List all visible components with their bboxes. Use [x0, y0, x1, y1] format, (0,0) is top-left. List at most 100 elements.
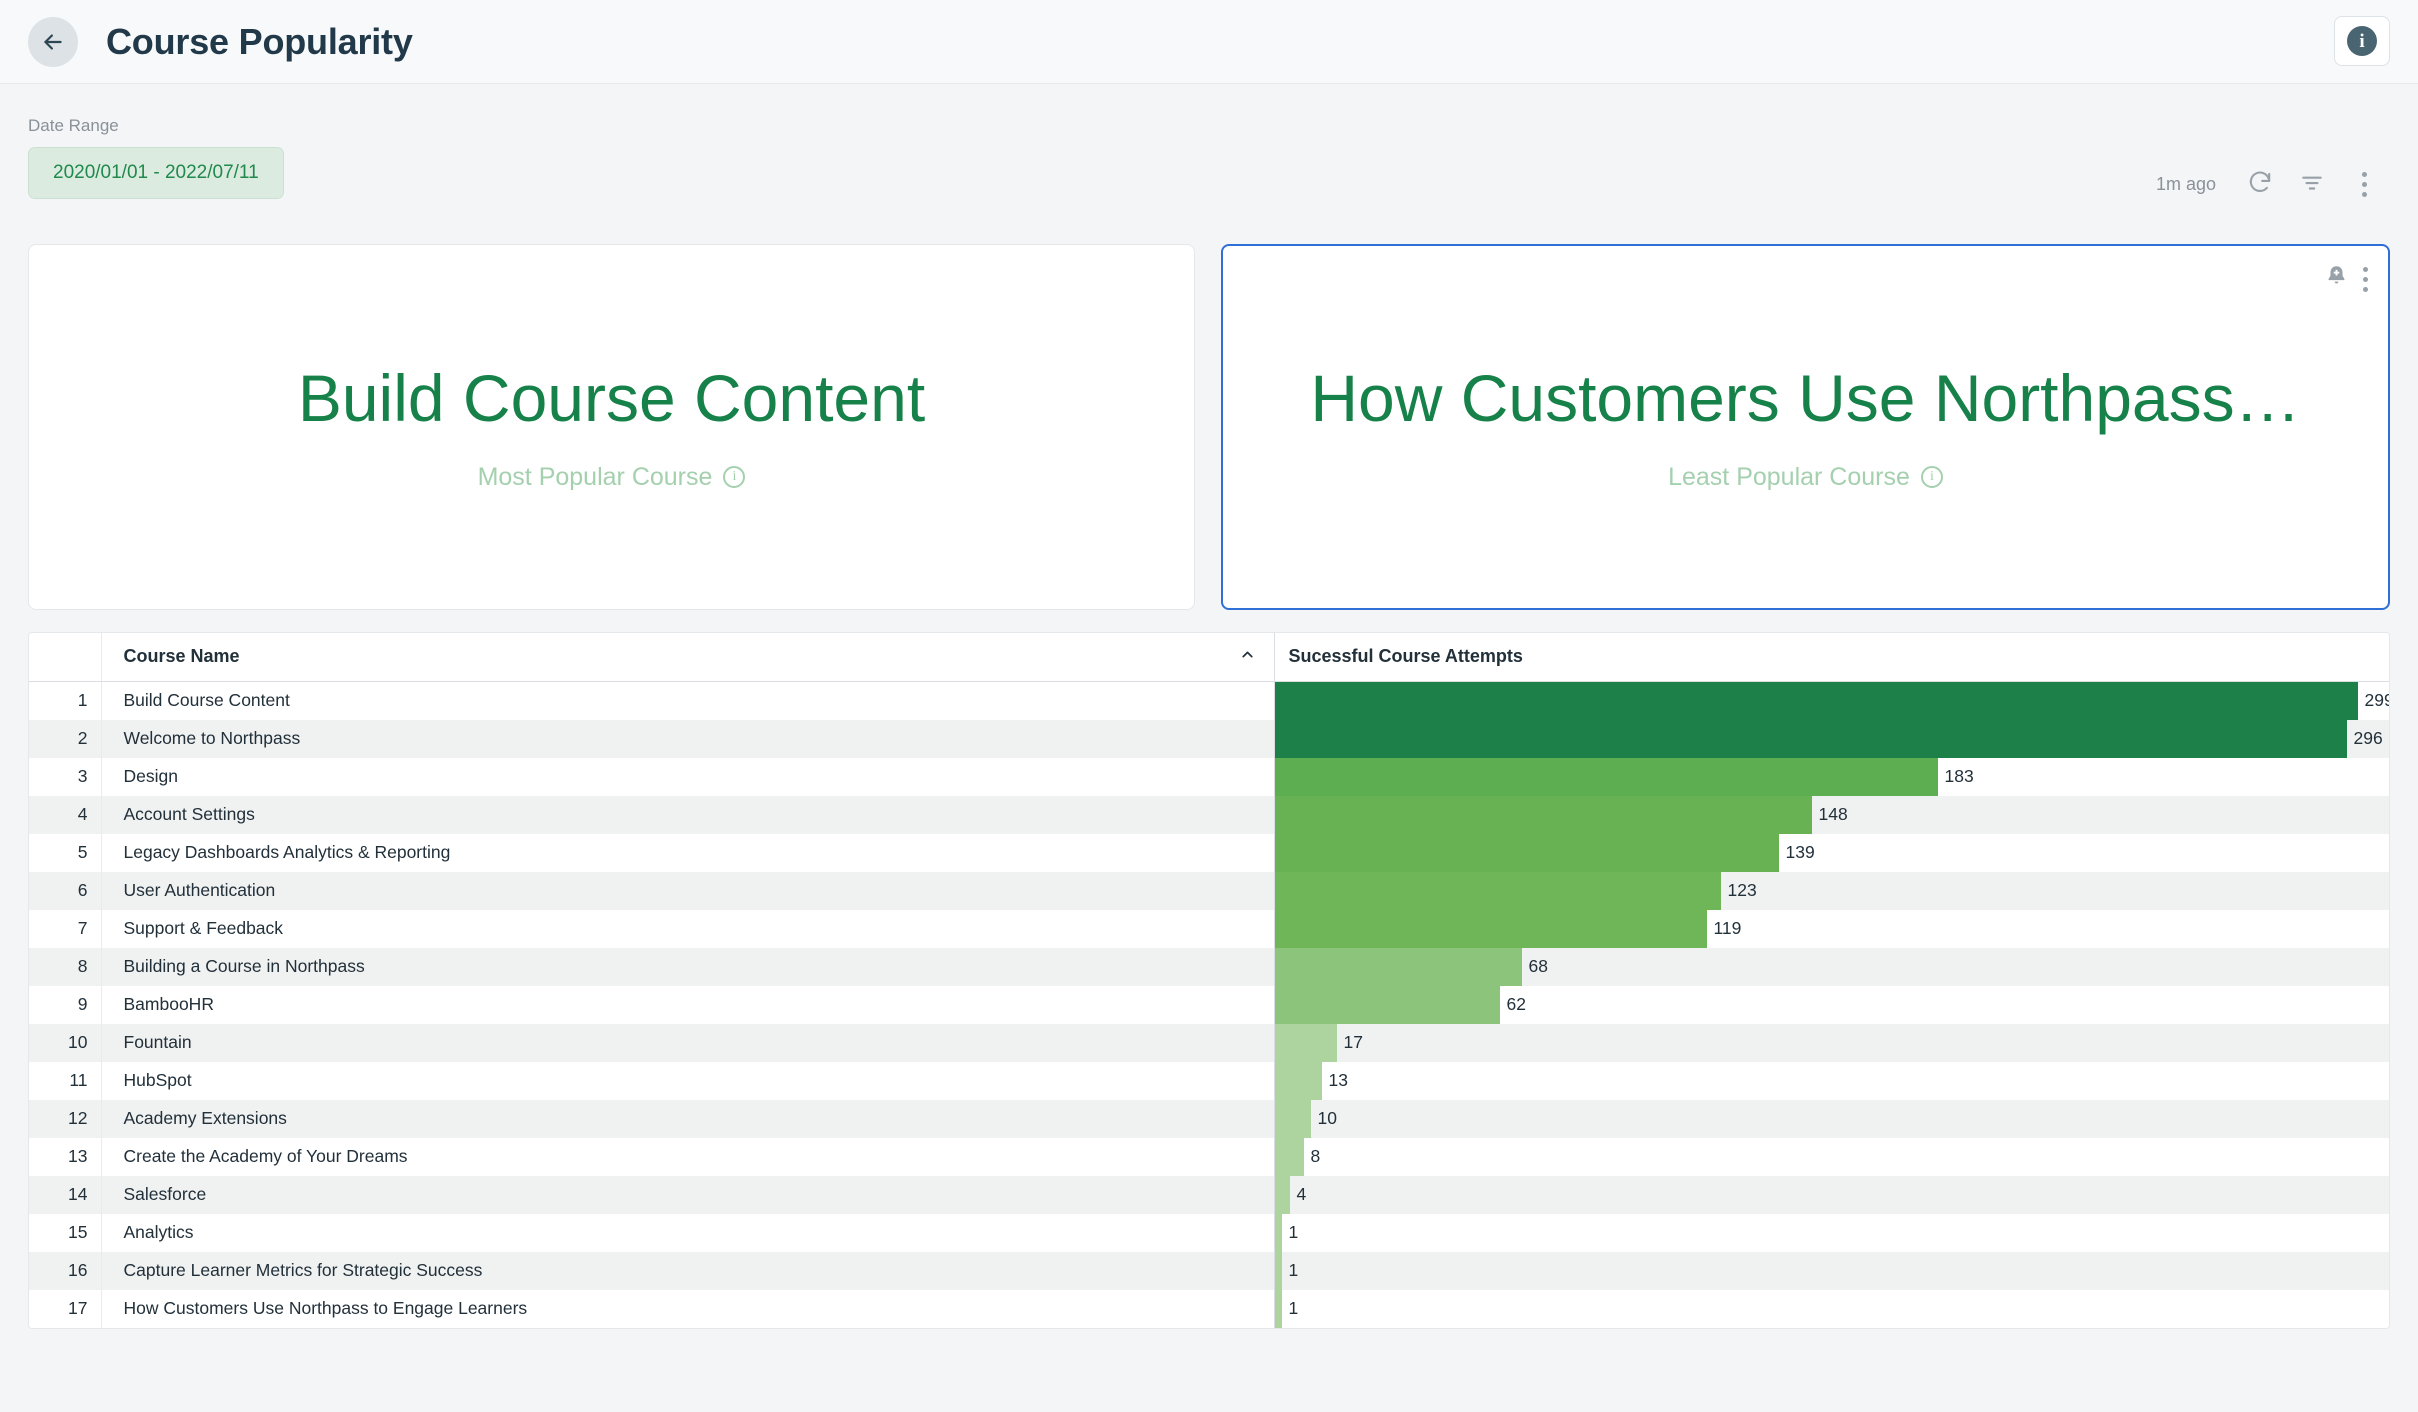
more-vertical-icon[interactable]: [2363, 267, 2368, 292]
date-range-filter[interactable]: 2020/01/01 - 2022/07/11: [28, 147, 284, 199]
row-index: 9: [29, 986, 101, 1024]
row-index-header: [29, 633, 101, 681]
table-row[interactable]: 17How Customers Use Northpass to Engage …: [29, 1290, 2389, 1328]
table-row[interactable]: 12Academy Extensions10: [29, 1100, 2389, 1138]
bar-value-label: 62: [1500, 994, 1526, 1015]
refresh-button[interactable]: [2234, 162, 2286, 206]
bell-add-icon[interactable]: [2324, 264, 2349, 294]
attempts-bar-cell: 8: [1274, 1138, 2389, 1176]
bar-fill: [1275, 1062, 1322, 1100]
course-name-cell: Create the Academy of Your Dreams: [101, 1138, 1274, 1176]
table-row[interactable]: 8Building a Course in Northpass 68: [29, 948, 2389, 986]
row-index: 7: [29, 910, 101, 948]
course-name-cell: Building a Course in Northpass: [101, 948, 1274, 986]
table-row[interactable]: 1Build Course Content299: [29, 681, 2389, 720]
data-table: Course Name Sucessful Course Attempts 1B…: [29, 633, 2389, 1328]
attempts-bar-cell: 10: [1274, 1100, 2389, 1138]
row-index: 4: [29, 796, 101, 834]
kpi-subtitle-row: Least Popular Course i: [1668, 463, 1943, 492]
table-row[interactable]: 3Design183: [29, 758, 2389, 796]
bar-fill: [1275, 1138, 1304, 1176]
course-name-cell: Analytics: [101, 1214, 1274, 1252]
row-index: 1: [29, 681, 101, 720]
table-row[interactable]: 2Welcome to Northpass296: [29, 720, 2389, 758]
filter-button[interactable]: [2286, 162, 2338, 206]
bar-value-label: 8: [1304, 1146, 1321, 1167]
course-name-cell: Salesforce: [101, 1176, 1274, 1214]
attempts-bar-cell: 1: [1274, 1290, 2389, 1328]
row-index: 6: [29, 872, 101, 910]
bar-fill: [1275, 1214, 1282, 1252]
table-row[interactable]: 7Support & Feedback119: [29, 910, 2389, 948]
course-name-cell: User Authentication: [101, 872, 1274, 910]
bar-value-label: 13: [1322, 1070, 1348, 1091]
attempts-bar-cell: 4: [1274, 1176, 2389, 1214]
bar-fill: [1275, 1290, 1282, 1328]
table-row[interactable]: 14Salesforce4: [29, 1176, 2389, 1214]
filter-icon: [2299, 169, 2325, 200]
row-index: 8: [29, 948, 101, 986]
bar-value-label: 1: [1282, 1260, 1299, 1281]
kpi-card-row: Build Course Content Most Popular Course…: [0, 224, 2418, 610]
table-row[interactable]: 10Fountain17: [29, 1024, 2389, 1062]
table-row[interactable]: 6User Authentication123: [29, 872, 2389, 910]
bar-fill: [1275, 1252, 1282, 1290]
attempts-bar-cell: 139: [1274, 834, 2389, 872]
sort-ascending-icon[interactable]: [1239, 646, 1256, 668]
bar-value-label: 139: [1779, 842, 1815, 863]
bar-fill: [1275, 1100, 1311, 1138]
attempts-bar-cell: 296: [1274, 720, 2389, 758]
bar-value-label: 4: [1290, 1184, 1307, 1205]
table-row[interactable]: 15Analytics1: [29, 1214, 2389, 1252]
kpi-card-most-popular[interactable]: Build Course Content Most Popular Course…: [28, 244, 1195, 610]
dashboard-info-button[interactable]: i: [2334, 16, 2390, 66]
table-header-row: Course Name Sucessful Course Attempts: [29, 633, 2389, 681]
bar-value-label: 17: [1337, 1032, 1363, 1053]
back-button[interactable]: [28, 17, 78, 67]
course-name-cell: Design: [101, 758, 1274, 796]
kpi-subtitle: Least Popular Course: [1668, 463, 1910, 492]
bar-fill: [1275, 758, 1938, 796]
bar-fill: [1275, 986, 1500, 1024]
more-vertical-icon: [2362, 172, 2367, 197]
app-header: Course Popularity i: [0, 0, 2418, 84]
attempts-bar-cell: 68: [1274, 948, 2389, 986]
attempts-bar-cell: 62: [1274, 986, 2389, 1024]
kpi-card-actions: [2324, 264, 2368, 294]
bar-value-label: 299: [2358, 690, 2391, 711]
info-outline-icon[interactable]: i: [723, 466, 745, 488]
bar-fill: [1275, 1024, 1337, 1062]
attempts-bar-cell: 1: [1274, 1252, 2389, 1290]
row-index: 3: [29, 758, 101, 796]
info-outline-icon[interactable]: i: [1921, 466, 1943, 488]
column-header-label: Course Name: [124, 646, 240, 666]
kpi-value: Build Course Content: [298, 362, 925, 435]
row-index: 2: [29, 720, 101, 758]
kpi-subtitle-row: Most Popular Course i: [478, 463, 746, 492]
dashboard-toolbar: 1m ago: [2156, 162, 2390, 206]
bar-fill: [1275, 948, 1522, 986]
bar-value-label: 68: [1522, 956, 1548, 977]
kpi-card-least-popular[interactable]: How Customers Use Northpass… Least Popul…: [1221, 244, 2390, 610]
dashboard-more-button[interactable]: [2338, 162, 2390, 206]
bar-value-label: 10: [1311, 1108, 1337, 1129]
column-header-course-name[interactable]: Course Name: [101, 633, 1274, 681]
refresh-icon: [2247, 169, 2273, 200]
bar-fill: [1275, 720, 2347, 758]
table-row[interactable]: 9BambooHR62: [29, 986, 2389, 1024]
column-header-successful-course-attempts[interactable]: Sucessful Course Attempts: [1274, 633, 2389, 681]
attempts-bar-cell: 17: [1274, 1024, 2389, 1062]
bar-value-label: 148: [1812, 804, 1848, 825]
course-name-cell: How Customers Use Northpass to Engage Le…: [101, 1290, 1274, 1328]
kpi-value: How Customers Use Northpass…: [1310, 362, 2300, 435]
table-row[interactable]: 4Account Settings 148: [29, 796, 2389, 834]
bar-fill: [1275, 834, 1779, 872]
course-name-cell: Account Settings: [101, 796, 1274, 834]
bar-fill: [1275, 872, 1721, 910]
table-row[interactable]: 13Create the Academy of Your Dreams8: [29, 1138, 2389, 1176]
table-row[interactable]: 5Legacy Dashboards Analytics & Reporting…: [29, 834, 2389, 872]
bar-fill: [1275, 1176, 1290, 1214]
table-row[interactable]: 16Capture Learner Metrics for Strategic …: [29, 1252, 2389, 1290]
table-row[interactable]: 11HubSpot13: [29, 1062, 2389, 1100]
course-name-cell: Legacy Dashboards Analytics & Reporting: [101, 834, 1274, 872]
